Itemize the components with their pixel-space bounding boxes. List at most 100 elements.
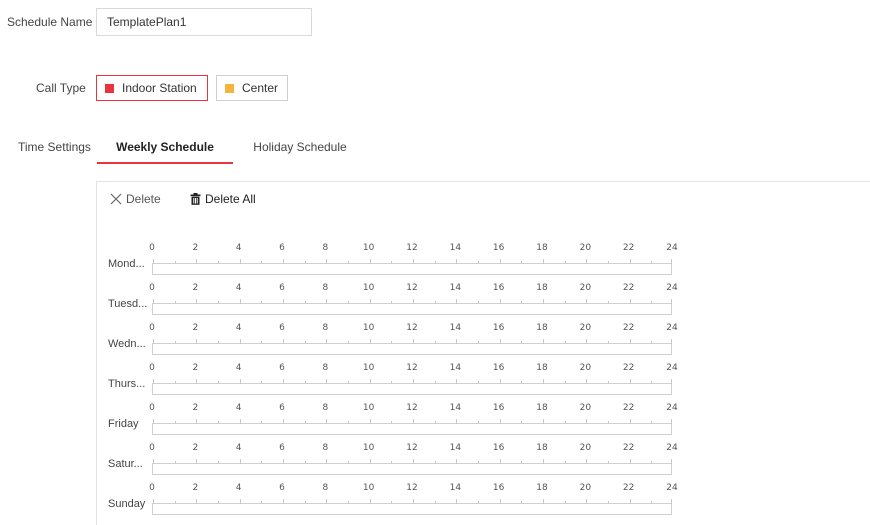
day-row: Friday 0 2 4 6 8 10 12 14 16 18 20 22 24 xyxy=(108,403,678,443)
hour-tick-mark xyxy=(478,461,479,464)
delete-label: Delete xyxy=(126,192,161,206)
day-timeline[interactable] xyxy=(152,459,672,475)
hour-tick-label: 4 xyxy=(235,243,242,253)
tab-weekly-schedule[interactable]: Weekly Schedule xyxy=(97,132,233,164)
hour-tick-mark xyxy=(521,501,523,504)
hour-tick-mark xyxy=(369,259,371,264)
hour-tick-label: 4 xyxy=(235,283,242,293)
day-row: Satur... 0 2 4 6 8 10 12 14 16 18 20 22 24 xyxy=(108,443,678,483)
hour-tick-mark xyxy=(564,301,566,304)
day-timeline[interactable] xyxy=(152,419,672,435)
hour-tick-mark xyxy=(174,421,176,424)
hour-tick-label: 20 xyxy=(579,403,592,413)
hour-tick-mark xyxy=(196,379,198,384)
hour-tick-mark xyxy=(326,339,328,344)
hour-tick-label: 0 xyxy=(149,443,155,453)
hour-tick-mark xyxy=(413,299,414,304)
hour-tick-mark xyxy=(629,339,631,344)
day-label: Tuesd... xyxy=(108,298,148,310)
day-timeline[interactable] xyxy=(152,339,672,355)
call-type-indoor-station-button[interactable]: Indoor Station xyxy=(96,75,208,101)
hour-tick-mark xyxy=(153,459,154,464)
hour-tick-label: 22 xyxy=(622,363,635,373)
hour-tick-mark xyxy=(196,419,198,424)
day-label: Wedn... xyxy=(108,338,146,350)
hour-tick-mark xyxy=(391,501,393,504)
day-timeline[interactable] xyxy=(152,499,672,515)
hour-tick-mark xyxy=(348,501,349,504)
hour-tick-mark xyxy=(521,461,523,464)
hour-tick-mark xyxy=(304,301,306,304)
hour-tick-mark xyxy=(521,341,523,344)
hour-tick-mark xyxy=(434,341,436,344)
hour-tick-label: 16 xyxy=(492,363,505,373)
hour-scale: 0 2 4 6 8 10 12 14 16 18 20 22 24 xyxy=(149,483,678,495)
call-type-center-button[interactable]: Center xyxy=(216,75,288,101)
hour-tick-mark xyxy=(434,501,436,504)
hour-tick-mark xyxy=(153,419,154,424)
hour-tick-mark xyxy=(283,299,284,304)
hour-tick-mark xyxy=(651,381,653,384)
day-row: Thurs... 0 2 4 6 8 10 12 14 16 18 20 22 24 xyxy=(108,363,678,403)
tab-holiday-schedule[interactable]: Holiday Schedule xyxy=(245,132,355,164)
hour-tick-mark xyxy=(478,501,479,504)
hour-tick-label: 4 xyxy=(235,363,242,373)
hour-tick-label: 22 xyxy=(622,243,635,253)
hour-tick-label: 0 xyxy=(149,403,155,413)
hour-tick-mark xyxy=(174,261,176,264)
delete-all-button[interactable]: Delete All xyxy=(190,191,256,207)
hour-tick-label: 20 xyxy=(579,323,592,333)
hour-tick-label: 6 xyxy=(279,283,285,293)
hour-tick-label: 22 xyxy=(622,403,635,413)
hour-tick-mark xyxy=(651,341,653,344)
hour-tick-mark xyxy=(391,261,393,264)
hour-tick-mark xyxy=(348,381,349,384)
hour-tick-label: 24 xyxy=(666,483,678,493)
hour-tick-label: 18 xyxy=(536,443,548,453)
hour-tick-mark xyxy=(283,259,284,264)
hour-tick-mark xyxy=(434,381,436,384)
hour-tick-mark xyxy=(283,339,284,344)
schedule-name-input[interactable] xyxy=(96,8,312,36)
hour-tick-label: 20 xyxy=(579,243,592,253)
hour-tick-label: 14 xyxy=(449,403,462,413)
day-row: Wedn... 0 2 4 6 8 10 12 14 16 18 20 22 24 xyxy=(108,323,678,363)
hour-tick-mark xyxy=(499,419,501,424)
hour-tick-mark xyxy=(651,461,653,464)
hour-tick-mark xyxy=(153,379,154,384)
hour-tick-mark xyxy=(261,381,263,384)
time-settings-label: Time Settings xyxy=(18,140,91,154)
hour-tick-mark xyxy=(348,261,349,264)
hour-tick-label: 0 xyxy=(149,363,155,373)
delete-button[interactable]: Delete xyxy=(110,191,161,207)
hour-tick-mark xyxy=(218,421,219,424)
hour-tick-mark xyxy=(283,379,284,384)
day-row: Sunday 0 2 4 6 8 10 12 14 16 18 20 22 24 xyxy=(108,483,678,523)
hour-tick-mark xyxy=(326,259,328,264)
hour-tick-mark xyxy=(499,459,501,464)
hour-tick-mark xyxy=(651,261,653,264)
hour-tick-label: 18 xyxy=(536,483,548,493)
hour-scale: 0 2 4 6 8 10 12 14 16 18 20 22 24 xyxy=(149,323,678,335)
hour-tick-mark xyxy=(629,419,631,424)
hour-tick-label: 22 xyxy=(622,283,635,293)
hour-tick-mark xyxy=(586,499,588,504)
hour-tick-label: 2 xyxy=(192,283,199,293)
schedule-name-label: Schedule Name xyxy=(7,15,93,29)
hour-tick-mark xyxy=(348,421,349,424)
hour-tick-mark xyxy=(586,459,588,464)
hour-tick-mark xyxy=(239,419,241,424)
hour-tick-label: 24 xyxy=(666,323,678,333)
hour-tick-mark xyxy=(478,301,479,304)
day-timeline[interactable] xyxy=(152,379,672,395)
hour-tick-label: 0 xyxy=(149,243,155,253)
hour-tick-label: 4 xyxy=(235,483,242,493)
hour-tick-mark xyxy=(369,379,371,384)
hour-tick-mark xyxy=(304,501,306,504)
day-timeline[interactable] xyxy=(152,259,672,275)
day-timeline[interactable] xyxy=(152,299,672,315)
hour-tick-label: 12 xyxy=(406,283,418,293)
hour-tick-mark xyxy=(608,301,609,304)
hour-tick-label: 4 xyxy=(235,403,242,413)
hour-tick-label: 2 xyxy=(192,363,199,373)
